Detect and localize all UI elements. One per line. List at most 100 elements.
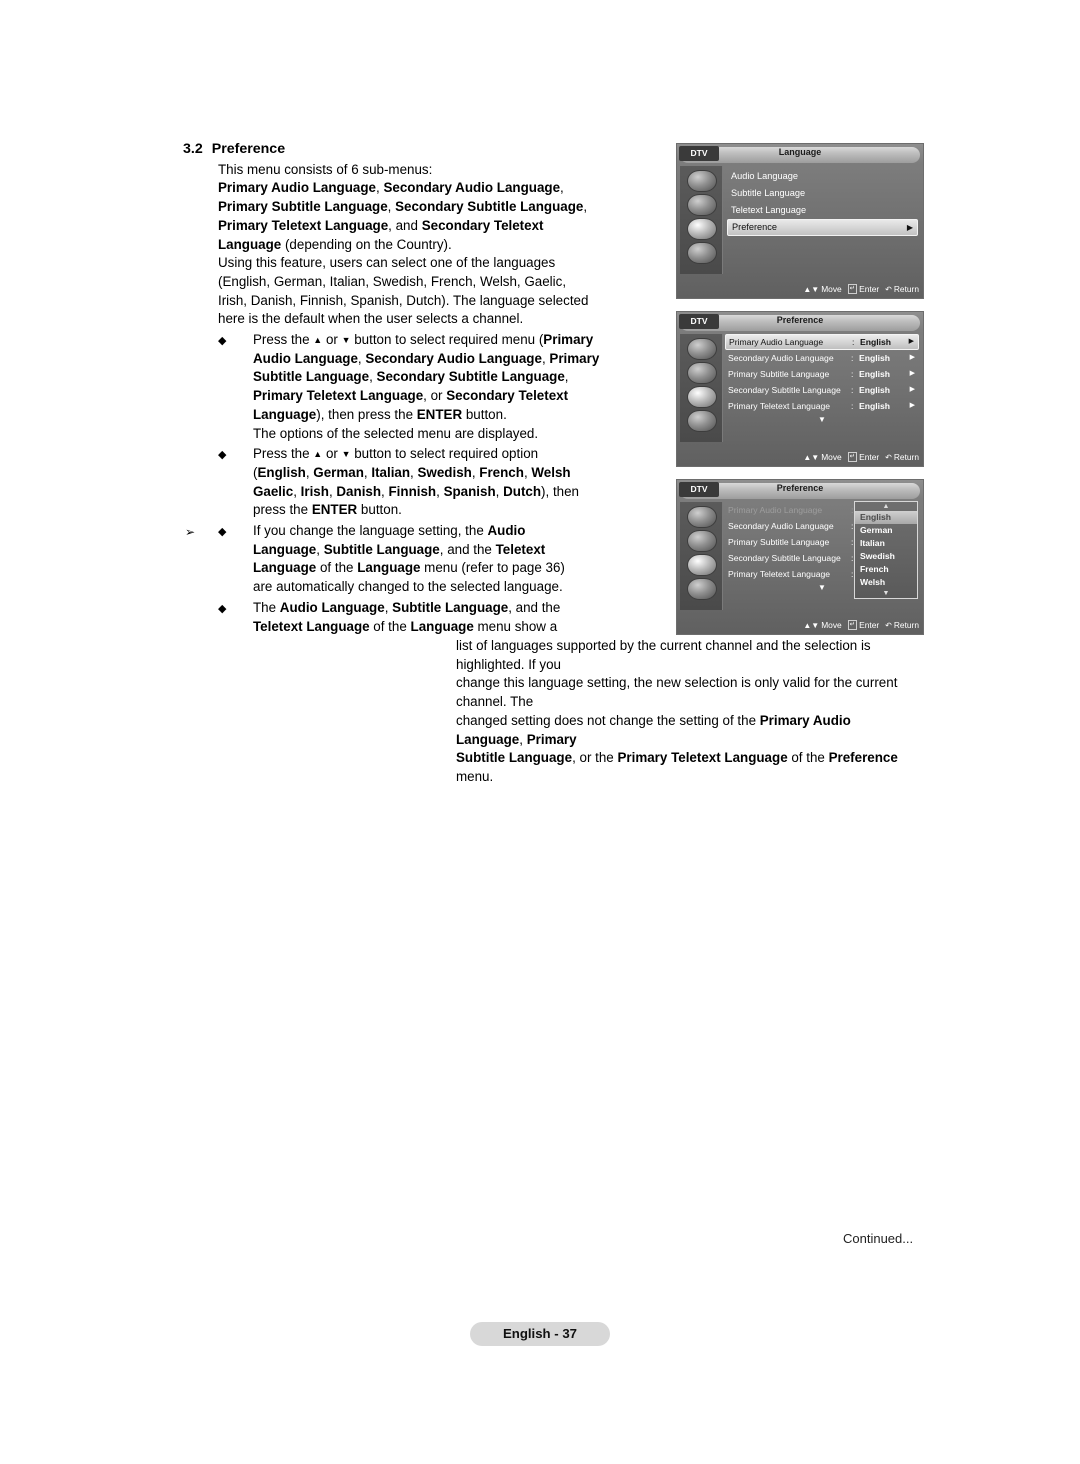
t: Teletext Language <box>253 618 370 634</box>
osd-footer: ▲▼ Move ↵ Enter ↶ Return <box>681 450 919 464</box>
osd-footer-return-label: Return <box>893 284 919 294</box>
osd-rail-icon-picture[interactable] <box>687 338 717 360</box>
osd-icon-rail <box>680 502 723 610</box>
lang-french: French <box>479 464 524 480</box>
osd-footer-move-label: Move <box>821 284 842 294</box>
bullet-1-subline: The options of the selected menu are dis… <box>253 425 539 441</box>
osd-rail-icon-channel[interactable] <box>687 554 717 576</box>
osd-row-value: English <box>859 401 891 411</box>
osd-rail-icon-picture[interactable] <box>687 170 717 192</box>
colon: : <box>851 401 854 411</box>
intro-line: This menu consists of 6 sub-menus: <box>218 161 433 177</box>
lang-welsh: Welsh <box>531 464 571 480</box>
osd-row-label: Primary Teletext Language <box>728 401 831 411</box>
osd-row-primary-audio-language[interactable]: Primary Audio Language: English ▶ <box>725 334 919 350</box>
osd-row-primary-teletext-language[interactable]: Primary Teletext Language: English ▶ <box>725 398 919 414</box>
osd-rail-icon-sound[interactable] <box>687 194 717 216</box>
osd-title: Preference <box>776 315 824 325</box>
osd-footer-return-label: Return <box>893 452 919 462</box>
dropdown-item-swedish[interactable]: Swedish <box>855 550 917 563</box>
osd-rail-icon-channel[interactable] <box>687 218 717 240</box>
colon: : <box>851 353 854 363</box>
lang-danish: Danish <box>336 483 382 499</box>
osd-row-value: English <box>859 369 891 379</box>
osd-row-label: Primary Subtitle Language <box>728 369 830 379</box>
osd-menu-list: Primary Audio Language: English ▶ Secondar… <box>725 334 919 425</box>
osd-rail-icon-sound[interactable] <box>687 362 717 384</box>
osd-row-label: Primary Subtitle Language <box>728 537 830 547</box>
bullet-3-text: The Audio Language, Subtitle Language, a… <box>253 599 663 636</box>
dropdown-item-french[interactable]: French <box>855 563 917 576</box>
note-line-4: are automatically changed to the selecte… <box>253 579 563 595</box>
wide-paragraph: list of languages supported by the curre… <box>456 637 920 787</box>
osd-item-teletext-language[interactable]: Teletext Language <box>727 202 918 219</box>
t: ), then <box>541 483 580 499</box>
dropdown-item-italian[interactable]: Italian <box>855 537 917 550</box>
osd-item-audio-language[interactable]: Audio Language <box>727 168 918 185</box>
osd-footer-enter: ↵ Enter <box>847 620 879 630</box>
osd-row-label: Secondary Audio Language <box>728 353 834 363</box>
enter-key-icon: ↵ <box>847 452 858 462</box>
t: button. <box>357 502 402 518</box>
t: Language <box>410 618 474 634</box>
t: , <box>519 731 527 747</box>
osd-row-value: English <box>859 353 891 363</box>
osd-row-primary-subtitle-language[interactable]: Primary Subtitle Language: English ▶ <box>725 366 919 382</box>
t: Language <box>357 560 421 576</box>
t: Audio Language <box>253 350 358 366</box>
submenu-term-3: Primary Subtitle Language <box>218 199 388 215</box>
osd-rail-icon-setup[interactable] <box>687 578 717 600</box>
osd-icon-rail <box>680 166 723 274</box>
submenu-term-4: Secondary Subtitle Language <box>395 199 584 215</box>
osd-scroll-down-icon[interactable]: ▼ <box>725 414 919 425</box>
t: Press the <box>253 332 314 348</box>
bullet-3-line-1: The Audio Language, Subtitle Language, a… <box>253 599 663 618</box>
dropdown-item-welsh[interactable]: Welsh <box>855 576 917 589</box>
chevron-right-icon: ▶ <box>909 354 915 361</box>
return-icon: ↶ <box>885 620 892 630</box>
osd-rail-icon-sound[interactable] <box>687 530 717 552</box>
wide-line-1: list of languages supported by the curre… <box>456 638 871 672</box>
main-text-column: 3.2 Preference This menu consists of 6 su… <box>183 140 663 636</box>
section-heading: 3.2 Preference <box>183 140 663 159</box>
t: Subtitle Language <box>456 750 573 766</box>
osd-footer-return-label: Return <box>893 620 919 630</box>
osd-row-secondary-subtitle-language[interactable]: Secondary Subtitle Language: English ▶ <box>725 382 919 398</box>
dropdown-item-english[interactable]: English <box>855 511 917 524</box>
up-arrow-icon: ▲ <box>313 449 323 460</box>
down-arrow-icon: ▼ <box>341 449 351 460</box>
osd-footer-move: ▲▼ Move <box>803 620 841 630</box>
up-down-arrows-icon: ▲▼ <box>803 452 820 462</box>
osd-rail-icon-picture[interactable] <box>687 506 717 528</box>
enter-key-icon: ↵ <box>847 620 858 630</box>
osd-rail-icon-channel[interactable] <box>687 386 717 408</box>
sep: , and <box>388 217 422 233</box>
chevron-right-icon: ▶ <box>906 223 913 232</box>
osd-row-secondary-audio-language[interactable]: Secondary Audio Language: English ▶ <box>725 350 919 366</box>
osd-rail-icon-setup[interactable] <box>687 410 717 432</box>
submenu-term-2: Secondary Audio Language <box>383 180 561 196</box>
return-icon: ↶ <box>885 284 892 294</box>
continued-label: Continued... <box>843 1231 914 1246</box>
submenu-term-6: Secondary Teletext <box>421 217 544 233</box>
osd-panel-preference-dropdown: DTV Preference Primary Audio Language: S… <box>676 479 924 635</box>
t: Primary Teletext Language <box>253 388 424 404</box>
language-dropdown[interactable]: ▲ English German Italian Swedish French … <box>854 501 918 599</box>
bullet-1-line-3: Subtitle Language, Secondary Subtitle La… <box>253 368 663 387</box>
dropdown-scroll-down-icon[interactable]: ▼ <box>855 589 917 598</box>
t: Audio <box>487 523 526 539</box>
osd-item-subtitle-language[interactable]: Subtitle Language <box>727 185 918 202</box>
bullet-1-line-4: Primary Teletext Language, or Secondary … <box>253 387 663 406</box>
dropdown-scroll-up-icon[interactable]: ▲ <box>855 502 917 511</box>
bullet-2-line-4: press the ENTER button. <box>253 501 663 520</box>
osd-footer-return: ↶ Return <box>885 620 919 630</box>
osd-item-preference[interactable]: Preference ▶ <box>727 219 918 236</box>
submenu-term-1: Primary Audio Language <box>218 180 376 196</box>
wide-line-3: changed setting does not change the sett… <box>456 712 920 749</box>
submenu-line-1: Primary Audio Language, Secondary Audio … <box>218 179 663 198</box>
dropdown-item-german[interactable]: German <box>855 524 917 537</box>
osd-rail-icon-setup[interactable] <box>687 242 717 264</box>
t: changed setting does not change the sett… <box>456 712 760 728</box>
osd-footer-enter-label: Enter <box>859 452 880 462</box>
chevron-right-icon: ▶ <box>909 386 915 393</box>
